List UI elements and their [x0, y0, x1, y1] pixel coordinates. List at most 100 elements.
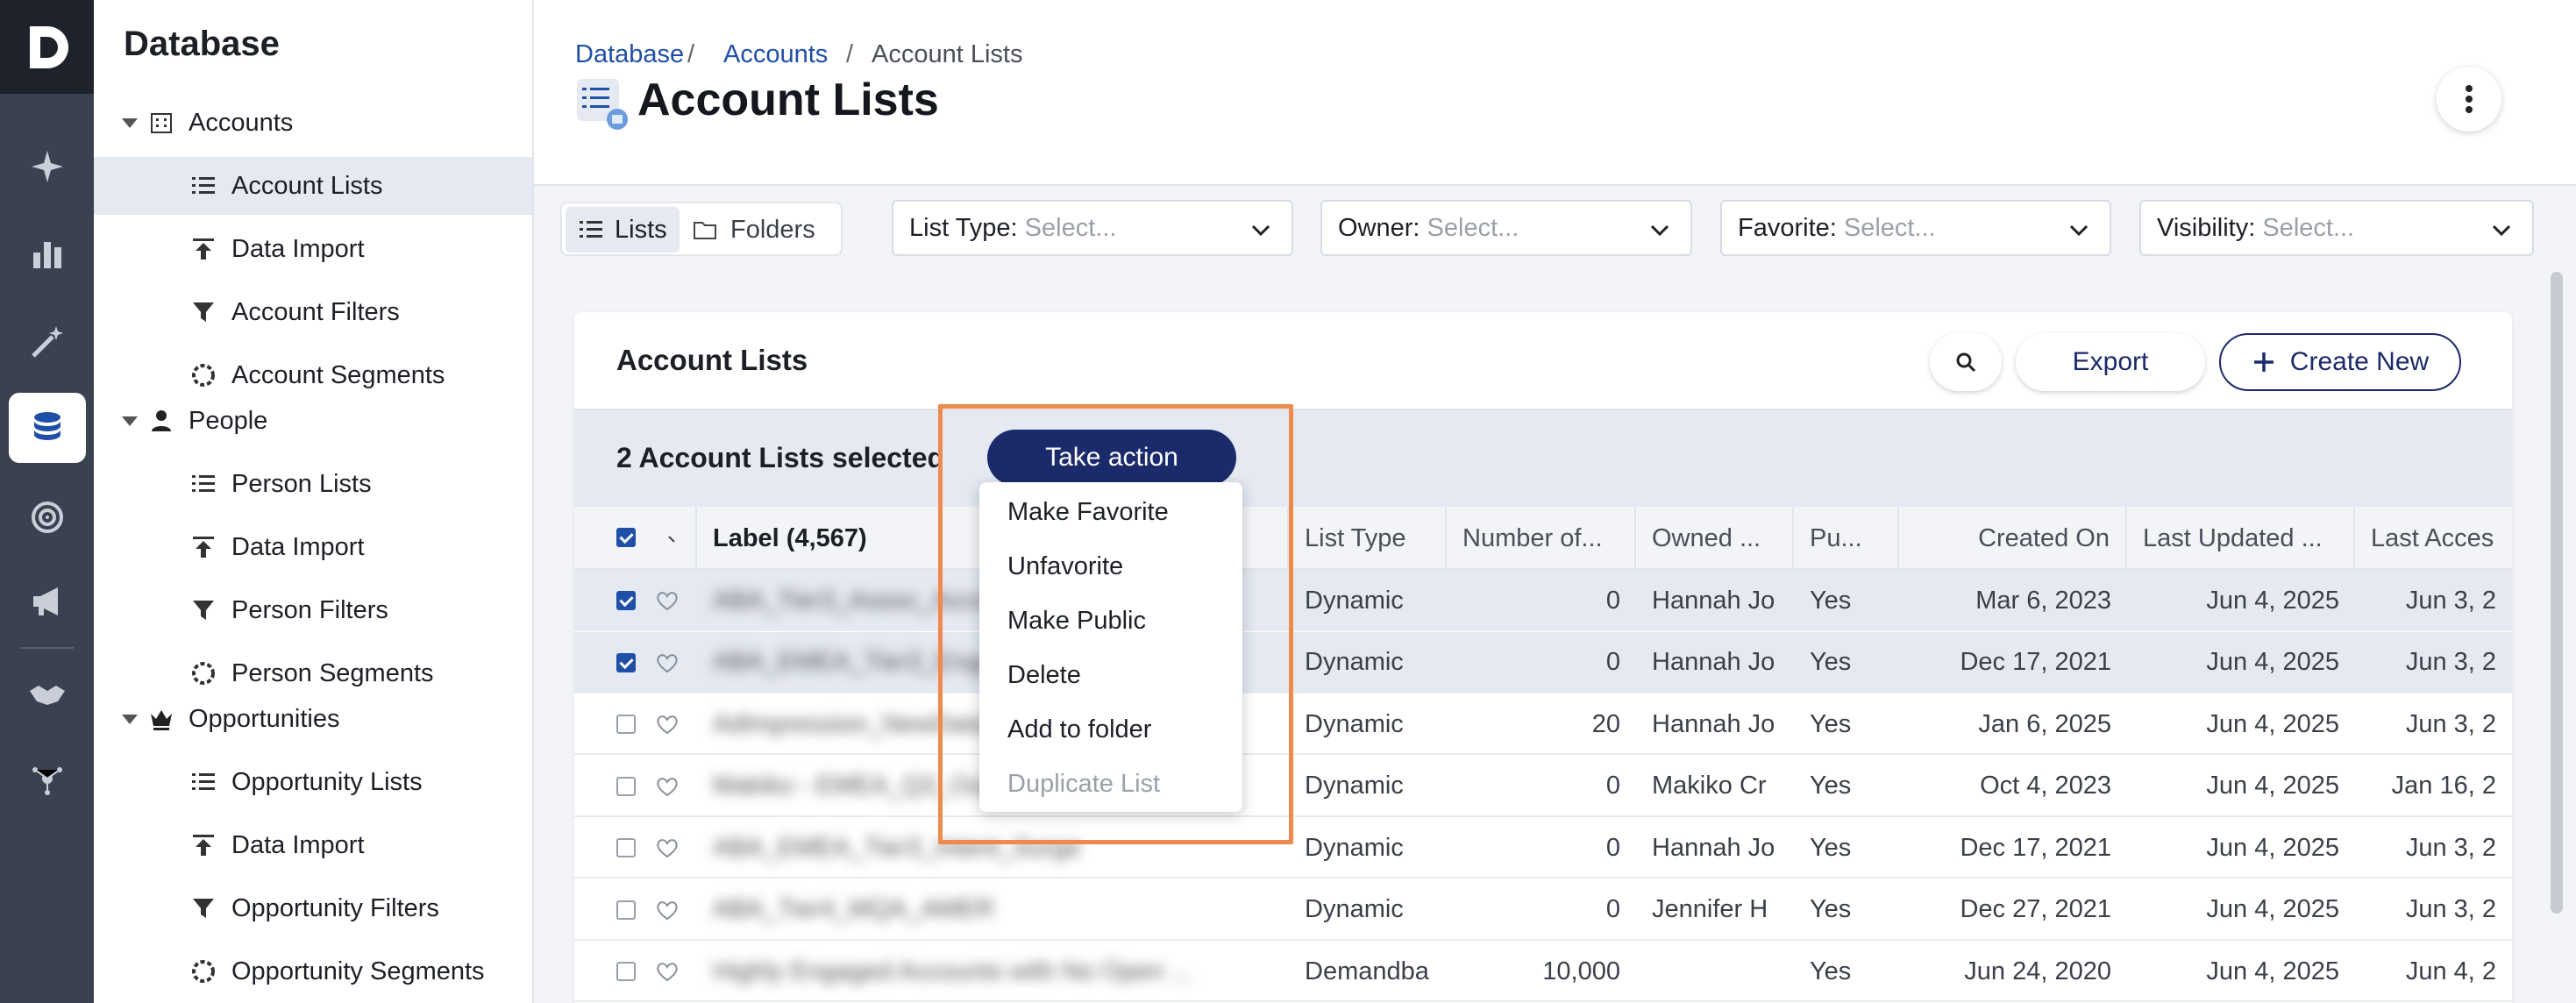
cell-owner: Makiko Cr [1636, 756, 1794, 817]
sidebar-group-opportunities[interactable]: Opportunities [94, 694, 532, 743]
favorite-heart-icon[interactable] [655, 589, 680, 612]
cell-text: Yes [1810, 648, 1852, 676]
sidebar-item-label: Opportunity Segments [231, 957, 485, 985]
table-row[interactable]: Highly Engaged Accounts with No Open ...… [574, 941, 2512, 1002]
cell-text: Hannah Jo [1652, 586, 1775, 615]
sidebar-item-opportunity-segments[interactable]: Opportunity Segments [94, 943, 532, 1000]
favorite-heart-icon[interactable] [655, 960, 680, 983]
cell-created: Oct 4, 2023 [1899, 756, 2127, 817]
breadcrumb-accounts-link[interactable]: Accounts [723, 40, 828, 69]
sparkle-icon [32, 151, 63, 182]
row-checkbox[interactable] [616, 715, 636, 734]
table-row[interactable]: ABA_Tier4_MQA_AMER Dynamic 0 Jennifer H Yes D… [574, 879, 2512, 941]
rail-target-button[interactable] [9, 482, 86, 552]
segments-icon [192, 960, 215, 983]
megaphone-icon [33, 587, 58, 615]
sidebar-item-opportunity-data-import[interactable]: Data Import [94, 816, 532, 874]
cell-text: 0 [1605, 772, 1620, 800]
column-last-updated[interactable]: Last Updated ... [2127, 507, 2355, 570]
select-all-checkbox[interactable] [616, 528, 636, 547]
visibility-filter[interactable]: Visibility: Select... [2139, 200, 2534, 256]
cell-text: Jun 4, 2025 [2206, 586, 2339, 615]
sort-toggle-icon[interactable] [665, 531, 680, 545]
breadcrumb-separator: / [846, 40, 854, 68]
search-button[interactable] [1930, 333, 2002, 391]
sidebar-item-opportunity-lists[interactable]: Opportunity Lists [94, 753, 532, 811]
sidebar-item-label: Person Filters [231, 595, 388, 624]
column-created-on[interactable]: Created On [1899, 507, 2127, 570]
sidebar-group-accounts[interactable]: Accounts [94, 98, 532, 147]
table-row[interactable]: ABA_Tier3_Assoc_Accounts Dynamic 0 Hannah J… [574, 570, 2512, 631]
sidebar-group-label: People [189, 406, 268, 435]
cell-text: Makiko Cr [1652, 772, 1767, 800]
sidebar-item-account-data-import[interactable]: Data Import [94, 220, 532, 278]
cell-accessed: Jun 3, 2 [2355, 632, 2512, 694]
lists-view-button[interactable]: Lists [566, 207, 680, 253]
rail-sparkle-button[interactable] [9, 132, 86, 202]
column-last-accessed[interactable]: Last Acces [2355, 507, 2512, 570]
sidebar-item-person-data-import[interactable]: Data Import [94, 518, 532, 576]
cell-label[interactable]: ABA_Tier4_MQA_AMER [697, 879, 1289, 941]
sidebar-item-person-filters[interactable]: Person Filters [94, 581, 532, 639]
column-public[interactable]: Pu... [1794, 507, 1899, 570]
rail-network-button[interactable] [9, 743, 86, 814]
row-checkbox[interactable] [616, 776, 636, 796]
cell-label[interactable]: Highly Engaged Accounts with No Open ... [697, 941, 1289, 1002]
folders-view-button[interactable]: Folders [683, 207, 837, 253]
app-logo[interactable] [0, 0, 94, 94]
cell-updated: Jun 4, 2025 [2127, 941, 2355, 1002]
network-icon [32, 767, 62, 795]
row-checkbox[interactable] [616, 962, 636, 981]
create-new-button[interactable]: Create New [2219, 333, 2461, 391]
breadcrumb-database-link[interactable]: Database [575, 40, 684, 69]
rail-campaign-button[interactable] [9, 566, 86, 637]
cell-owner: Jennifer H [1636, 879, 1794, 941]
cell-text: Jun 4, 2025 [2206, 648, 2339, 676]
rail-analytics-button[interactable] [9, 219, 86, 289]
column-owned[interactable]: Owned ... [1636, 507, 1794, 570]
filter-label: List Type: Select... [909, 214, 1116, 243]
table-row[interactable]: AdImpression_NewData Dynamic 20 Hannah Jo Ye… [574, 694, 2512, 755]
cell-text: Jun 4, 2025 [2206, 957, 2339, 985]
favorite-heart-icon[interactable] [655, 899, 680, 921]
list-icon [192, 177, 215, 194]
cell-text: Jennifer H [1652, 895, 1768, 923]
table-row[interactable]: ABA_EMEA_Tier3_Intent_Surge Dynamic 0 Hanna… [574, 817, 2512, 879]
favorite-heart-icon[interactable] [655, 836, 680, 859]
sidebar-item-label: Data Import [231, 532, 365, 561]
sidebar-item-opportunity-filters[interactable]: Opportunity Filters [94, 879, 532, 937]
favorite-heart-icon[interactable] [655, 713, 680, 736]
filter-placeholder: Select... [2262, 213, 2355, 242]
vertical-scrollbar[interactable] [2551, 272, 2563, 914]
lists-view-label: Lists [615, 215, 667, 244]
rail-magic-button[interactable] [9, 307, 86, 377]
list-type-filter[interactable]: List Type: Select... [892, 200, 1293, 256]
column-number-of[interactable]: Number of... [1447, 507, 1636, 570]
cell-accessed: Jan 16, 2 [2355, 756, 2512, 817]
cell-count: 0 [1447, 570, 1636, 631]
rail-database-button[interactable] [9, 393, 86, 463]
create-new-label: Create New [2289, 347, 2430, 376]
row-checkbox[interactable] [616, 900, 636, 920]
rail-partners-button[interactable] [9, 659, 86, 729]
export-button[interactable]: Export [2016, 333, 2205, 391]
owner-filter[interactable]: Owner: Select... [1320, 200, 1692, 256]
row-checkbox[interactable] [616, 652, 636, 672]
sidebar-item-account-lists[interactable]: Account Lists [94, 157, 532, 215]
favorite-heart-icon[interactable] [655, 651, 680, 674]
sidebar-item-account-filters[interactable]: Account Filters [94, 283, 532, 341]
favorite-filter[interactable]: Favorite: Select... [1720, 200, 2111, 256]
cell-text: 10,000 [1542, 957, 1620, 985]
more-options-button[interactable] [2437, 67, 2501, 132]
table-row[interactable]: ABA_EMEA_Tier3_Engaged Dynamic 0 Hannah Jo Y… [574, 631, 2512, 694]
row-checkbox[interactable] [616, 838, 636, 857]
row-checkbox[interactable] [616, 591, 636, 610]
favorite-heart-icon[interactable] [655, 775, 680, 798]
sidebar-group-people[interactable]: People [94, 396, 532, 445]
table-row[interactable]: Makiko - EMEA_Q3_Outreach_List Dynamic 0 Ma… [574, 756, 2512, 817]
cell-text: Dec 27, 2021 [1960, 895, 2111, 923]
column-list-type[interactable]: List Type [1289, 507, 1447, 570]
sidebar-item-person-lists[interactable]: Person Lists [94, 455, 532, 513]
chevron-down-icon [2492, 224, 2511, 237]
cell-owner: Hannah Jo [1636, 632, 1794, 694]
